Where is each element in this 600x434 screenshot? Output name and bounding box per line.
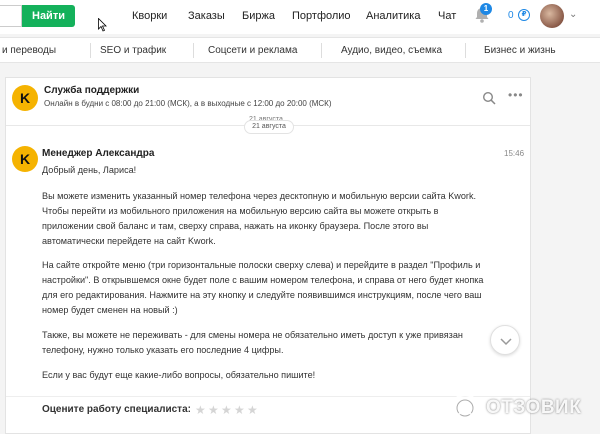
category-divider	[465, 43, 466, 58]
message-greeting: Добрый день, Лариса!	[42, 165, 137, 175]
rating-label: Оцените работу специалиста:	[42, 404, 191, 415]
message-line: Чтобы перейти из мобильного приложения н…	[42, 206, 439, 216]
message-paragraph-3: Также, вы можете не переживать - для сме…	[42, 328, 522, 358]
scroll-down-button[interactable]	[490, 325, 520, 355]
category-bar: и переводы SEO и трафик Соцсети и реклам…	[0, 37, 600, 63]
message-line: номер будет сменен на новый :)	[42, 305, 178, 315]
more-options-icon[interactable]: •••	[508, 88, 524, 102]
notification-badge: 1	[480, 3, 492, 15]
message-line: автоматически перейдете на сайт Kwork.	[42, 236, 216, 246]
nav-kworks[interactable]: Кворки	[132, 10, 167, 22]
balance-amount[interactable]: 0	[508, 10, 514, 21]
category-divider	[321, 43, 322, 58]
nav-portfolio[interactable]: Портфолио	[292, 10, 351, 22]
category-divider	[90, 43, 91, 58]
nav-exchange[interactable]: Биржа	[242, 10, 275, 22]
nav-analytics[interactable]: Аналитика	[366, 10, 420, 22]
kwork-logo-icon: K	[12, 85, 38, 111]
mouse-cursor-icon	[98, 18, 107, 32]
message-line: На сайте откройте меню (три горизонтальн…	[42, 260, 481, 270]
rating-star-2[interactable]: ★	[208, 403, 219, 417]
search-icon[interactable]	[482, 91, 496, 105]
category-seo[interactable]: SEO и трафик	[100, 45, 166, 56]
message-paragraph-1: Вы можете изменить указанный номер телеф…	[42, 189, 522, 249]
message-line: приложении свой баланс и там, сверху спр…	[42, 221, 429, 231]
date-separator: 21 августа	[244, 120, 294, 134]
manager-avatar-icon: K	[12, 146, 38, 172]
rating-star-4[interactable]: ★	[234, 403, 245, 417]
support-hours: Онлайн в будни с 08:00 до 21:00 (МСК), а…	[44, 99, 332, 108]
avatar[interactable]	[540, 4, 564, 28]
category-business[interactable]: Бизнес и жизнь	[484, 45, 556, 56]
message-sender: Менеджер Александра	[42, 148, 155, 159]
message-line: для его редактирования. Нажмите на эту к…	[42, 290, 482, 300]
message-time: 15:46	[504, 149, 525, 158]
category-divider	[193, 43, 194, 58]
message-line: Также, вы можете не переживать - для сме…	[42, 330, 463, 340]
message-line: Вы можете изменить указанный номер телеф…	[42, 191, 477, 201]
search-input[interactable]	[0, 5, 22, 27]
message-line: телефону, нужно только указать его после…	[42, 345, 284, 355]
category-translations[interactable]: и переводы	[2, 45, 56, 56]
chevron-down-icon	[500, 338, 512, 346]
chat-panel: K Служба поддержки Онлайн в будни с 08:0…	[5, 77, 531, 434]
watermark-text: ОТЗОВИК	[486, 397, 582, 418]
category-audio-video[interactable]: Аудио, видео, съемка	[341, 45, 442, 56]
rating-star-5[interactable]: ★	[247, 403, 258, 417]
nav-orders[interactable]: Заказы	[188, 10, 225, 22]
message-paragraph-2: На сайте откройте меню (три горизонтальн…	[42, 258, 522, 318]
find-button[interactable]: Найти	[22, 5, 75, 27]
message-line: настройки". В открывшемся окне будет пол…	[42, 275, 484, 285]
top-nav: Найти Кворки Заказы Биржа Портфолио Анал…	[0, 0, 600, 34]
nav-chat[interactable]: Чат	[438, 10, 456, 22]
chevron-down-icon[interactable]: ⌄	[569, 9, 577, 20]
rating-star-3[interactable]: ★	[221, 403, 232, 417]
category-social[interactable]: Соцсети и реклама	[208, 45, 297, 56]
currency-icon: ₽	[518, 9, 530, 21]
rating-star-1[interactable]: ★	[195, 403, 206, 417]
chat-title: Служба поддержки	[44, 85, 140, 96]
message-paragraph-4: Если у вас будут еще какие-либо вопросы,…	[42, 370, 316, 380]
